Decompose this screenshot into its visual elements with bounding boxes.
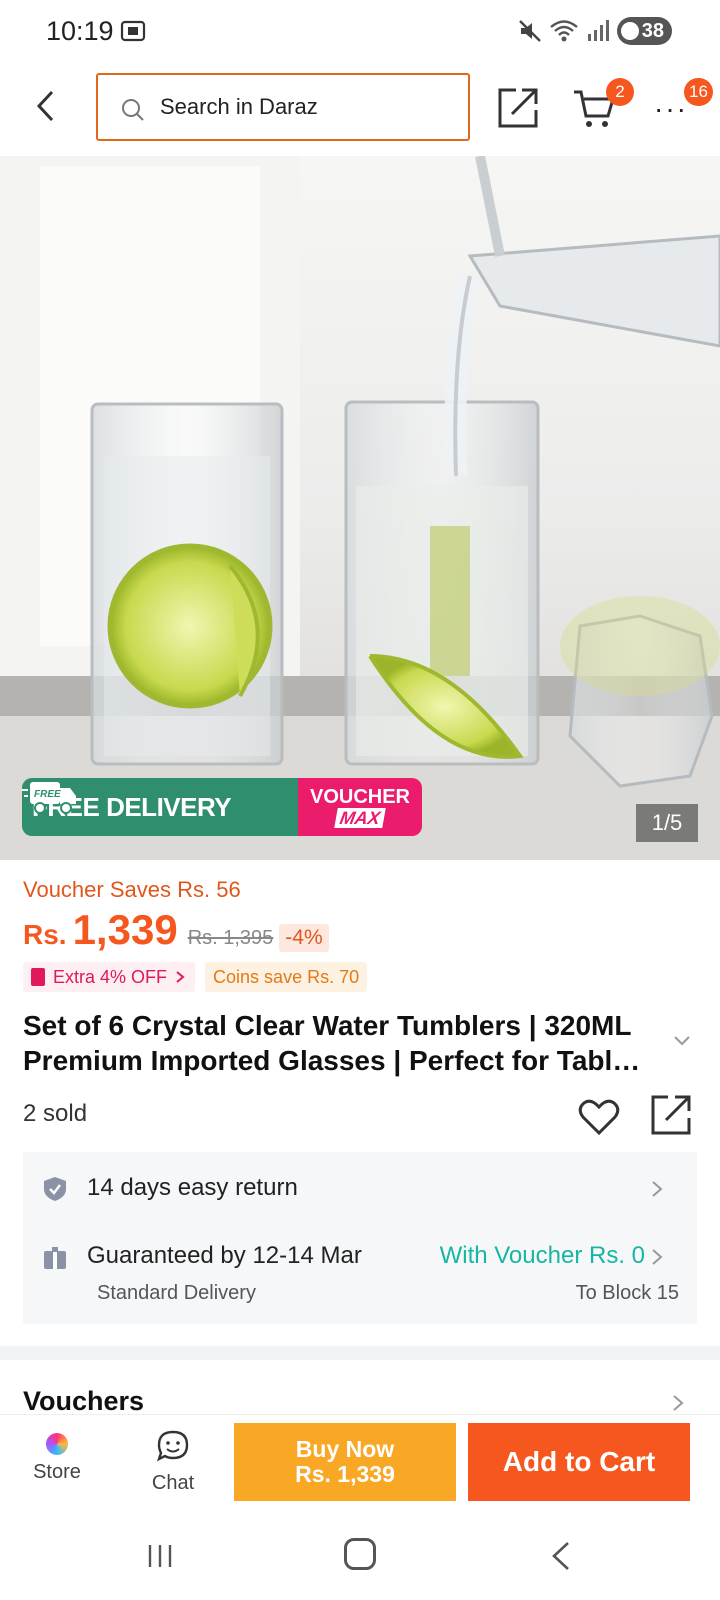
price-currency: Rs. xyxy=(23,919,67,950)
shield-check-icon xyxy=(44,1177,66,1201)
delivery-location: To Block 15 xyxy=(575,1282,679,1304)
search-icon xyxy=(122,99,144,121)
promo-tags: Extra 4% OFF Coins save Rs. 70 xyxy=(23,962,368,992)
add-to-cart-button[interactable]: Add to Cart xyxy=(468,1423,690,1501)
coins-save-tag: Coins save Rs. 70 xyxy=(205,962,368,992)
product-image-carousel[interactable]: FREE FREE DELIVERY VOUCHER MAX 1/5 xyxy=(0,156,720,860)
section-divider xyxy=(0,1346,720,1360)
buy-now-price: Rs. 1,339 xyxy=(295,1461,395,1487)
coupon-icon xyxy=(31,968,45,986)
chevron-down-icon[interactable] xyxy=(672,1034,692,1048)
promo-banner: FREE FREE DELIVERY VOUCHER MAX xyxy=(22,778,422,836)
bottom-action-bar: Store Chat Buy Now Rs. 1,339 Add to Cart xyxy=(0,1414,720,1514)
chevron-right-icon xyxy=(176,971,185,983)
return-policy-text: 14 days easy return xyxy=(87,1174,298,1201)
image-page-counter: 1/5 xyxy=(636,804,698,842)
delivery-info: 14 days easy return Guaranteed by 12-14 … xyxy=(23,1152,697,1324)
store-logo-icon xyxy=(46,1433,68,1455)
more-options-icon[interactable]: ··· xyxy=(654,95,688,123)
voucher-saves-text: Voucher Saves Rs. 56 xyxy=(23,877,241,902)
chat-icon xyxy=(156,1430,189,1462)
truck-label: FREE xyxy=(34,789,61,800)
delivery-voucher-text: With Voucher Rs. 0 xyxy=(439,1242,645,1269)
free-delivery-badge: FREE FREE DELIVERY xyxy=(22,778,298,836)
return-policy-row[interactable]: 14 days easy return xyxy=(23,1168,697,1208)
sold-count: 2 sold xyxy=(23,1100,88,1127)
screenshot-icon xyxy=(120,20,146,42)
store-button[interactable]: Store xyxy=(24,1429,90,1499)
voucher-max-line2: MAX xyxy=(334,808,386,828)
battery-icon: 38 xyxy=(616,17,672,45)
system-nav-bar xyxy=(0,1520,720,1600)
battery-level: 38 xyxy=(641,19,664,42)
back-icon[interactable] xyxy=(550,1540,572,1572)
product-title[interactable]: Set of 6 Crystal Clear Water Tumblers | … xyxy=(23,1008,653,1078)
mute-icon xyxy=(518,20,541,42)
chevron-right-icon xyxy=(652,1181,663,1197)
voucher-max-line1: VOUCHER xyxy=(309,786,410,808)
status-time: 10:19 xyxy=(46,16,114,46)
buy-now-label: Buy Now xyxy=(295,1436,395,1462)
delivery-method: Standard Delivery xyxy=(97,1282,256,1304)
buy-now-button[interactable]: Buy Now Rs. 1,339 xyxy=(234,1423,456,1501)
wifi-icon xyxy=(549,20,578,42)
chevron-right-icon[interactable] xyxy=(672,1394,684,1412)
signal-icon xyxy=(587,20,609,41)
more-badge: 16 xyxy=(684,78,713,106)
extra-off-tag[interactable]: Extra 4% OFF xyxy=(23,962,196,992)
back-arrow-icon[interactable] xyxy=(30,86,66,126)
price-current: 1,339 xyxy=(72,906,178,953)
delivery-row[interactable]: Guaranteed by 12-14 Mar With Voucher Rs.… xyxy=(23,1236,697,1316)
chevron-right-icon xyxy=(652,1249,663,1265)
status-icons: 38 xyxy=(517,16,672,46)
cart-badge: 2 xyxy=(606,78,634,106)
wishlist-heart-icon[interactable] xyxy=(578,1098,620,1136)
recent-apps-icon[interactable] xyxy=(146,1542,174,1570)
coins-save-label: Coins save Rs. 70 xyxy=(213,966,360,987)
voucher-max-badge: VOUCHER MAX xyxy=(298,778,422,836)
chat-label: Chat xyxy=(151,1472,195,1494)
top-nav: Search in Daraz 2 ··· 16 xyxy=(0,66,720,150)
vouchers-heading[interactable]: Vouchers xyxy=(23,1386,144,1417)
share-icon[interactable] xyxy=(496,86,540,130)
discount-badge: -4% xyxy=(279,924,329,952)
delivery-truck-icon: FREE xyxy=(22,782,76,814)
home-icon[interactable] xyxy=(344,1538,376,1570)
extra-off-label: Extra 4% OFF xyxy=(53,966,168,987)
product-image xyxy=(0,156,720,860)
search-placeholder: Search in Daraz xyxy=(160,94,318,119)
chat-button[interactable]: Chat xyxy=(140,1429,206,1499)
store-label: Store xyxy=(33,1461,81,1483)
share-icon[interactable] xyxy=(650,1094,692,1136)
search-input[interactable]: Search in Daraz xyxy=(96,73,470,141)
package-icon xyxy=(44,1247,66,1269)
delivery-guarantee-text: Guaranteed by 12-14 Mar xyxy=(87,1242,362,1269)
price-row: Rs. 1,339 Rs. 1,395 -4% xyxy=(23,906,329,956)
price-original: Rs. 1,395 xyxy=(187,927,274,949)
status-bar: 10:19 38 xyxy=(0,0,720,64)
